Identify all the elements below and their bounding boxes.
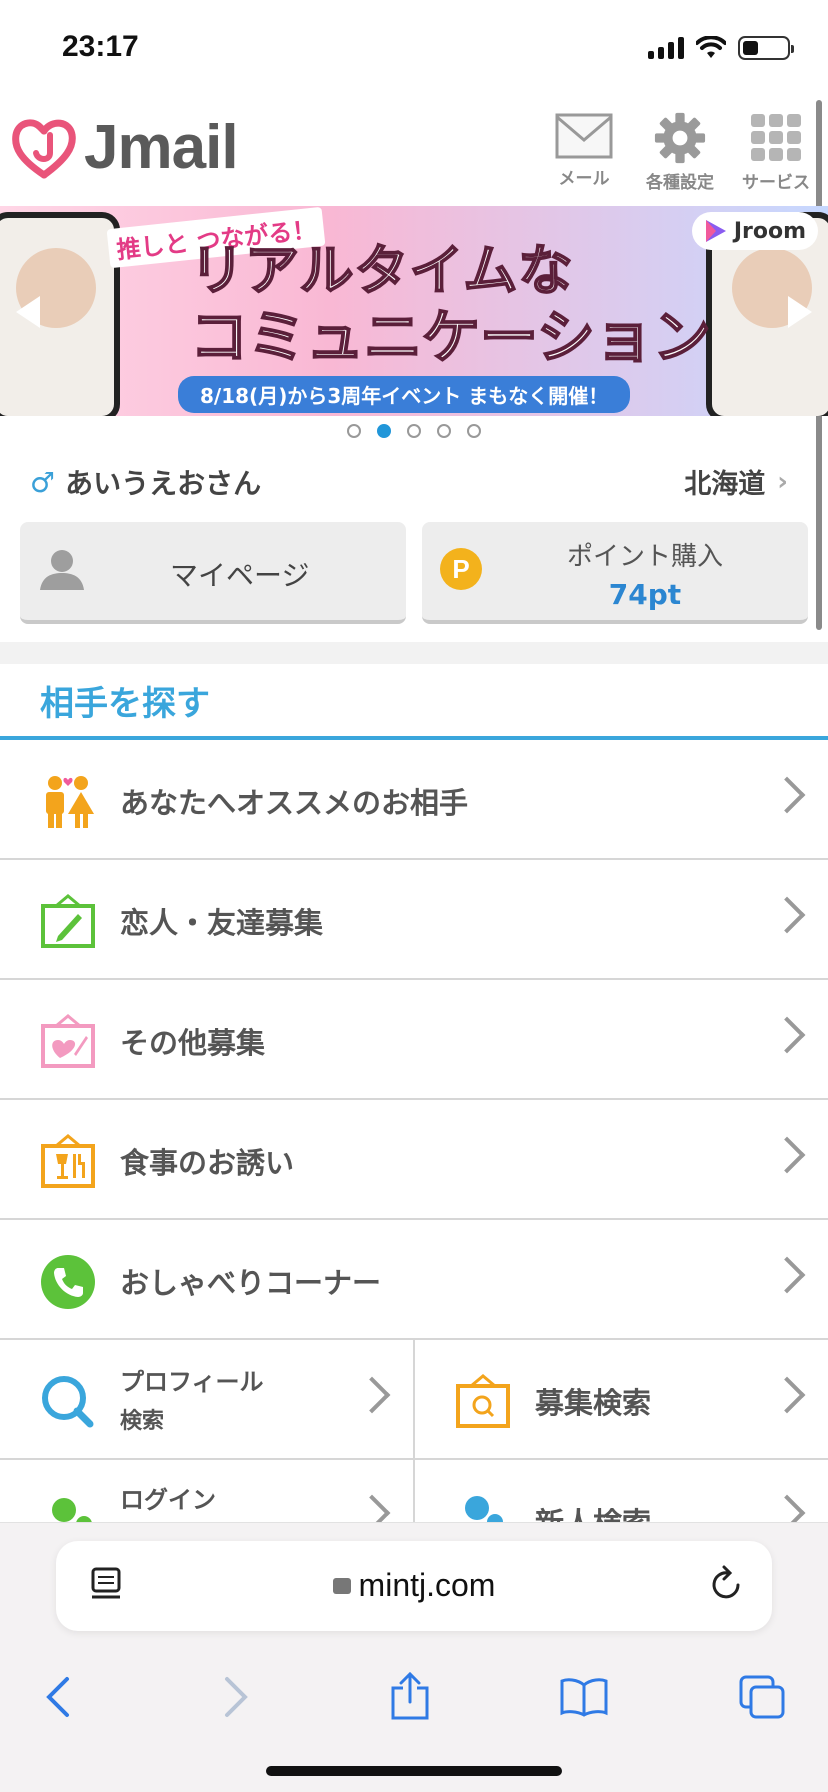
nav-services-button[interactable]: サービス [734,112,818,193]
banner-title-line2: コミュニケーション [189,302,712,372]
points-label: ポイント購入 [566,542,723,572]
mypage-label: マイページ [170,559,310,592]
chevron-right-icon [768,896,806,934]
chevron-right-icon [225,1677,248,1717]
wifi-icon [696,36,726,58]
carousel-dot[interactable] [467,424,481,438]
back-button[interactable] [18,1657,98,1737]
phone-icon [41,1255,95,1309]
jmail-logo[interactable]: Jmail [10,112,239,183]
forward-button[interactable] [196,1657,276,1737]
tabs-icon [739,1675,785,1719]
person-icon [40,550,84,590]
banner-prev-arrow[interactable] [16,296,40,328]
status-bar: 23:17 [0,0,828,96]
status-time: 23:17 [62,30,139,63]
carousel-dot[interactable] [407,424,421,438]
male-icon: ♂ [30,465,56,499]
browser-toolbar [0,1657,828,1737]
couple-icon [46,776,94,828]
grid-label: 募集検索 [535,1386,652,1420]
grid-item-recruit-search[interactable]: 募集検索 [415,1340,828,1460]
home-indicator[interactable] [266,1766,562,1776]
grid-label: ログイン [120,1486,216,1514]
menu-item-other[interactable]: その他募集 [0,980,828,1100]
menu-label: 恋人・友達募集 [120,906,324,940]
chevron-right-icon [353,1376,391,1414]
region-text: 北海道 [684,469,766,500]
chevron-right-icon: › [777,466,788,497]
nav-settings-label: 各種設定 [646,173,714,193]
share-button[interactable] [370,1657,450,1737]
grid-label: プロフィール 検索 [120,1362,264,1442]
menu-label: その他募集 [120,1026,266,1060]
grid-icon [751,114,801,161]
url-display: mintj.com [56,1567,772,1604]
status-icons [648,36,794,60]
buy-points-button[interactable]: P ポイント購入 74pt [422,522,808,624]
jroom-label: Jroom [733,218,806,244]
promo-banner[interactable]: 推しと つながる！ リアルタイムな コミュニケーション 8/18(月)から3周年… [0,206,828,416]
section-title: 相手を探す [40,684,210,724]
bookmarks-button[interactable] [544,1657,624,1737]
mypage-button[interactable]: マイページ [20,522,406,624]
section-divider [0,642,828,664]
book-icon [560,1678,608,1717]
board-search-icon [456,1374,510,1428]
tabs-button[interactable] [722,1657,802,1737]
menu-item-chat-corner[interactable]: おしゃべりコーナー [0,1220,828,1340]
chevron-right-icon [768,1256,806,1294]
nav-mail-button[interactable]: メール [542,112,626,193]
header-nav: メール 各種設定 サービス [542,112,818,193]
brand-name: Jmail [84,113,239,182]
chevron-left-icon [46,1677,69,1717]
carousel-dots [0,424,828,438]
chevron-right-icon [768,1016,806,1054]
mail-icon [555,113,613,159]
user-info-row: ♂ あいうえおさん 北海道 › [0,458,828,504]
menu-label: おしゃべりコーナー [120,1266,382,1300]
browser-chrome: mintj.com [0,1522,828,1792]
chevron-right-icon [768,1376,806,1414]
carousel-dot[interactable] [437,424,451,438]
gear-icon [654,112,706,164]
banner-next-arrow[interactable] [788,296,812,328]
url-text: mintj.com [358,1567,496,1603]
jroom-logo-icon [705,220,726,242]
nav-services-label: サービス [742,173,810,193]
share-icon [391,1672,429,1720]
menu-item-meal[interactable]: 食事のお誘い [0,1100,828,1220]
nav-mail-label: メール [558,169,610,189]
user-name: ♂ あいうえおさん [30,462,261,502]
lock-icon [332,1577,351,1594]
jroom-badge: Jroom [691,212,818,250]
reload-icon[interactable] [706,1563,746,1605]
grid-label-line1: プロフィール [120,1368,264,1396]
menu-label: 食事のお誘い [120,1146,295,1180]
carousel-dot-active[interactable] [377,424,391,438]
grid-label-line2: 検索 [120,1409,165,1434]
menu-label: あなたへオススメのお相手 [120,786,469,820]
board-heart-icon [41,1014,95,1068]
nav-settings-button[interactable]: 各種設定 [638,112,722,193]
points-balance: 74pt [608,578,682,611]
address-bar[interactable]: mintj.com [56,1541,772,1631]
region-link[interactable]: 北海道 › [684,462,788,501]
board-pencil-icon [41,894,95,948]
grid-item-profile-search[interactable]: プロフィール 検索 [0,1340,415,1460]
heart-logo-icon [12,118,76,178]
menu-item-recommended[interactable]: あなたへオススメのお相手 [0,740,828,860]
menu-item-lover-friend[interactable]: 恋人・友達募集 [0,860,828,980]
board-meal-icon [41,1134,95,1188]
chevron-right-icon [768,1136,806,1174]
user-name-text: あいうえおさん [65,467,262,500]
site-header: Jmail メール 各種設定 サービス [0,100,828,204]
battery-icon [738,36,794,60]
chevron-right-icon [768,776,806,814]
magnifier-icon [42,1376,94,1428]
carousel-dot[interactable] [347,424,361,438]
cellular-signal-icon [648,37,684,59]
banner-subtitle: 8/18(月)から3周年イベント まもなく開催！ [178,376,631,413]
